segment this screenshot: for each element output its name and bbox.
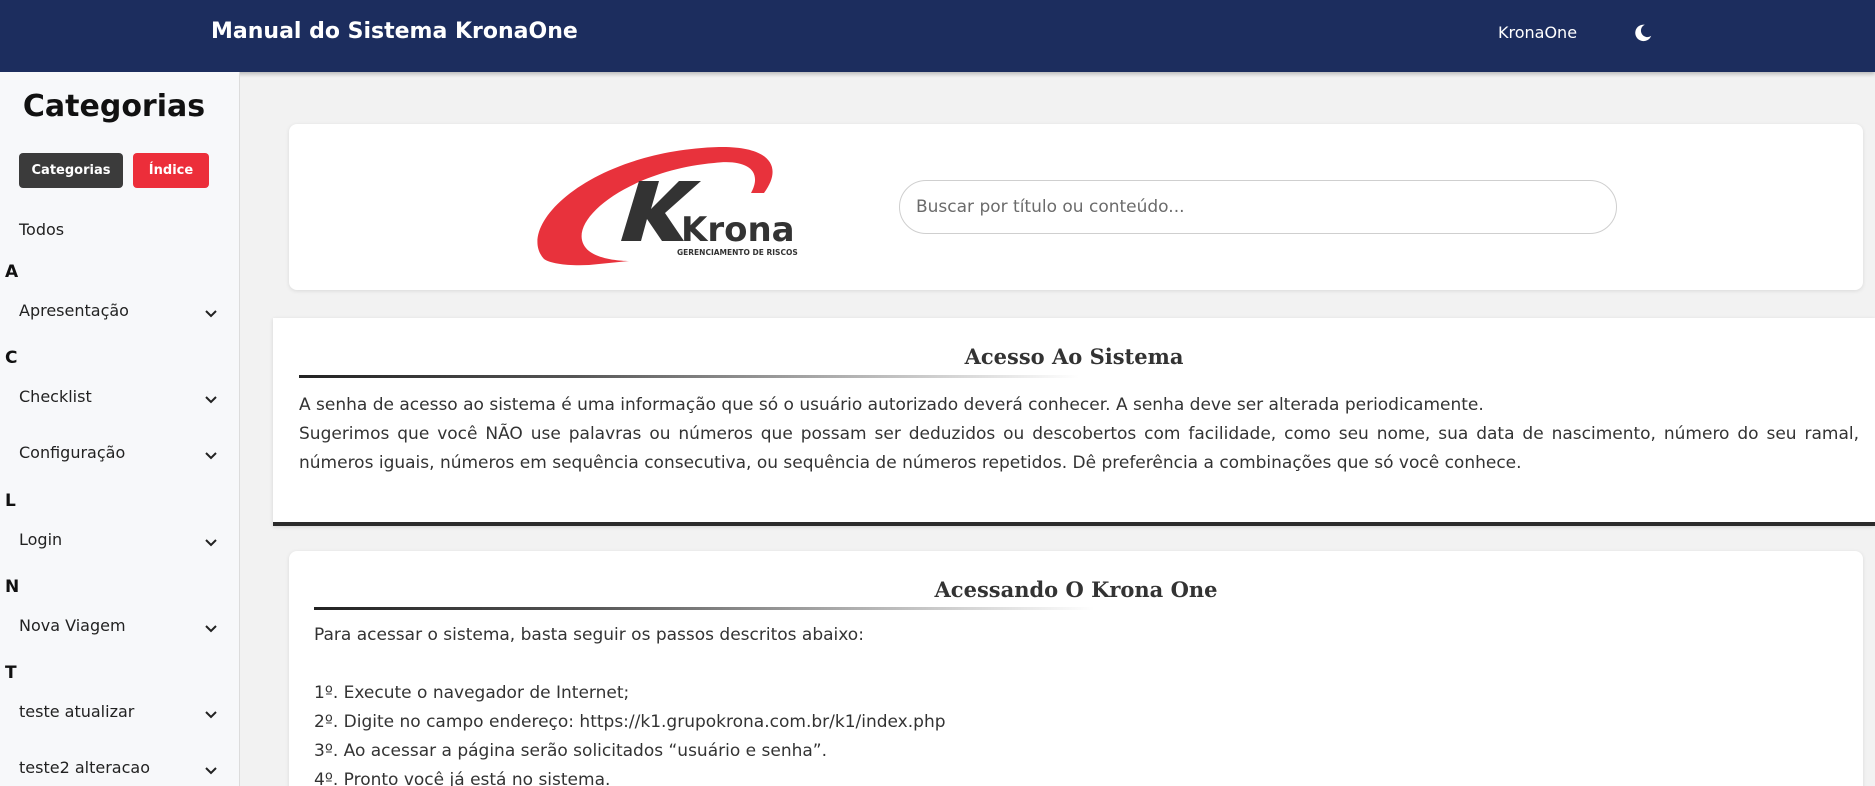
letter-heading-n: N — [5, 577, 20, 597]
krona-logo: Krona GERENCIAMENTO DE RISCOS — [537, 146, 798, 266]
moon-icon[interactable] — [1632, 22, 1654, 44]
title-divider — [314, 607, 1094, 610]
sidebar-item-label: Configuração — [19, 443, 126, 462]
article-body: Para acessar o sistema, basta seguir os … — [314, 621, 1834, 786]
sidebar-item-label: Checklist — [19, 387, 92, 406]
title-divider — [299, 375, 1079, 378]
sidebar-item-teste2-alteracao[interactable]: teste2 alteracao — [19, 758, 219, 784]
article-paragraph: A senha de acesso ao sistema é uma infor… — [299, 395, 1484, 415]
index-button[interactable]: Índice — [133, 153, 209, 188]
sidebar-item-apresentacao[interactable]: Apresentação — [19, 301, 219, 327]
sidebar-item-label: Login — [19, 530, 63, 549]
sidebar-item-login[interactable]: Login — [19, 530, 219, 556]
sidebar-item-checklist[interactable]: Checklist — [19, 387, 219, 413]
letter-heading-c: C — [5, 348, 18, 368]
logo-text: Krona — [681, 210, 795, 250]
sidebar-item-teste-atualizar[interactable]: teste atualizar — [19, 702, 219, 728]
chevron-down-icon — [205, 711, 217, 719]
step-line: 3º. Ao acessar a página serão solicitado… — [314, 741, 827, 761]
search-card: Krona GERENCIAMENTO DE RISCOS — [289, 124, 1863, 290]
step-line: 4º. Pronto você já está no sistema. — [314, 770, 611, 786]
chevron-down-icon — [205, 310, 217, 318]
letter-heading-t: T — [5, 663, 17, 683]
top-navbar: Manual do Sistema KronaOne KronaOne — [0, 0, 1875, 72]
article-paragraph: Para acessar o sistema, basta seguir os … — [314, 625, 864, 645]
brand-link[interactable]: KronaOne — [1498, 23, 1577, 42]
chevron-down-icon — [205, 396, 217, 404]
sidebar-item-label: Apresentação — [19, 301, 129, 320]
chevron-down-icon — [205, 539, 217, 547]
article-title: Acesso Ao Sistema — [964, 344, 1184, 369]
sidebar-item-label: Nova Viagem — [19, 616, 126, 635]
letter-heading-l: L — [5, 491, 16, 511]
sidebar-item-configuracao[interactable]: Configuração — [19, 443, 219, 469]
letter-heading-a: A — [5, 262, 19, 282]
sidebar: Categorias Categorias Índice Todos A Apr… — [0, 72, 240, 786]
step-line[interactable]: 2º. Digite no campo endereço: https://k1… — [314, 708, 1834, 737]
chevron-down-icon — [205, 625, 217, 633]
logo-tagline: GERENCIAMENTO DE RISCOS — [677, 248, 798, 257]
sidebar-item-nova-viagem[interactable]: Nova Viagem — [19, 616, 219, 642]
article-card: Acessando O Krona One Para acessar o sis… — [289, 551, 1863, 786]
sidebar-item-all[interactable]: Todos — [19, 220, 64, 239]
sidebar-item-label: teste atualizar — [19, 702, 135, 721]
categories-button[interactable]: Categorias — [19, 153, 123, 188]
article-paragraph: Sugerimos que você NÃO use palavras ou n… — [299, 424, 1859, 473]
app-title[interactable]: Manual do Sistema KronaOne — [211, 19, 578, 44]
article-title: Acessando O Krona One — [934, 577, 1218, 602]
sidebar-item-label: teste2 alteracao — [19, 758, 150, 777]
search-input[interactable] — [899, 180, 1617, 234]
article-body: A senha de acesso ao sistema é uma infor… — [299, 391, 1859, 478]
sidebar-title: Categorias — [22, 89, 206, 124]
article-card: Acesso Ao Sistema A senha de acesso ao s… — [273, 318, 1875, 526]
step-line: 1º. Execute o navegador de Internet; — [314, 683, 630, 703]
chevron-down-icon — [205, 767, 217, 775]
chevron-down-icon — [205, 452, 217, 460]
